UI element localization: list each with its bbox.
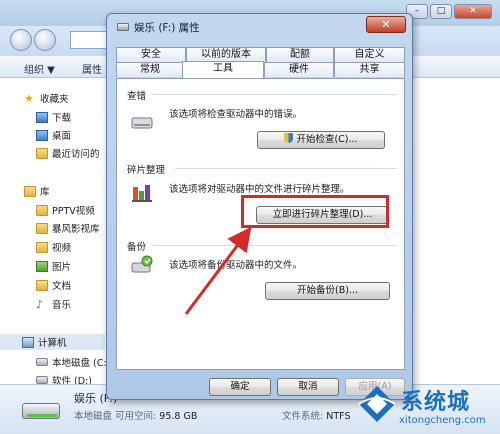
nav-item-label: 桌面 (52, 131, 72, 142)
downloads-folder-icon (36, 111, 48, 123)
nav-item-label: 视频 (52, 243, 72, 254)
dialog-title: 娱乐 (F:) 属性 (134, 22, 200, 34)
nav-item-label: 音乐 (52, 300, 72, 311)
forward-button[interactable] (34, 29, 56, 51)
dialog-close-button[interactable]: ✕ (366, 16, 406, 33)
nav-item-baofeng[interactable]: 暴风影视库 (36, 220, 100, 236)
red-arrow-annotation (184, 226, 252, 315)
error-check-title: 查错 (127, 91, 147, 102)
nav-item-label: 暴风影视库 (52, 224, 100, 235)
tab-tools[interactable]: 工具 (182, 61, 264, 78)
nav-item-documents[interactable]: 文档 (36, 277, 71, 293)
tab-security[interactable]: 安全 (116, 47, 186, 62)
nav-item-drive-c[interactable]: 本地磁盘 (C:) (36, 354, 110, 370)
computer-icon (22, 336, 34, 348)
drive-large-icon (22, 403, 60, 419)
start-check-label: 开始检查(C)... (296, 134, 358, 145)
documents-icon (36, 279, 48, 291)
tab-sharing[interactable]: 共享 (334, 62, 405, 77)
pictures-icon (36, 260, 48, 272)
nav-item-label: 最近访问的 (52, 149, 100, 160)
drive-icon (117, 23, 129, 31)
drive-icon (36, 358, 48, 366)
drive-icon (36, 376, 48, 384)
filesystem-label: 文件系统: (282, 411, 324, 422)
group-divider (153, 94, 397, 95)
backup-icon (131, 255, 153, 273)
group-divider (175, 168, 397, 169)
recent-places-icon (36, 147, 48, 159)
defrag-description: 该选项将对驱动器中的文件进行碎片整理。 (169, 184, 350, 195)
nav-item-label: PPTV视频 (52, 206, 95, 217)
tab-hardware[interactable]: 硬件 (264, 62, 334, 77)
tab-strip: 安全 以前的版本 配额 自定义 常规 工具 硬件 共享 (116, 47, 405, 79)
uac-shield-icon (284, 133, 294, 143)
defrag-icon (132, 185, 152, 202)
error-check-description: 该选项将检查驱动器中的错误。 (169, 109, 303, 120)
free-space-value: 95.8 GB (159, 411, 198, 422)
start-backup-button[interactable]: 开始备份(B)... (265, 282, 390, 300)
properties-button[interactable]: 属性 (82, 61, 102, 76)
cancel-button[interactable]: 取消 (277, 378, 339, 396)
nav-item-recent[interactable]: 最近访问的 (36, 145, 100, 161)
nav-item-videos[interactable]: 视频 (36, 239, 71, 255)
drive-type: 本地磁盘 (74, 411, 113, 422)
nav-item-music[interactable]: ♪ 音乐 (36, 296, 71, 312)
close-button[interactable]: ✕ (454, 4, 492, 19)
nav-favorites-label: 收藏夹 (40, 94, 69, 105)
nav-item-label: 本地磁盘 (C:) (52, 358, 111, 369)
tab-previous-versions[interactable]: 以前的版本 (186, 47, 266, 62)
star-icon: ★ (24, 91, 34, 105)
brand-name: 系统城 (401, 390, 471, 415)
nav-item-label: 文档 (52, 281, 72, 292)
start-check-button[interactable]: 开始检查(C)... (257, 131, 385, 149)
nav-favorites[interactable]: ★ 收藏夹 (24, 90, 69, 106)
nav-libraries[interactable]: 库 (24, 183, 50, 199)
details-drive-info: 本地磁盘 可用空间: 95.8 GB (74, 408, 197, 422)
tab-quota[interactable]: 配额 (266, 47, 334, 62)
defrag-title: 碎片整理 (127, 165, 166, 176)
explorer-window-controls: – □ ✕ (406, 4, 492, 19)
filesystem-value: NTFS (326, 411, 351, 422)
nav-item-label: 图片 (52, 262, 72, 273)
brand-logo-icon (358, 386, 396, 422)
nav-item-label: 下载 (52, 113, 72, 124)
library-icon (24, 185, 36, 197)
backup-title: 备份 (127, 242, 147, 253)
nav-item-downloads[interactable]: 下载 (36, 109, 71, 125)
ok-button[interactable]: 确定 (209, 378, 271, 396)
nav-item-pptv[interactable]: PPTV视频 (36, 202, 95, 218)
tab-general[interactable]: 常规 (116, 62, 184, 77)
disk-check-icon (131, 117, 153, 129)
nav-computer[interactable]: 计算机 (0, 334, 105, 350)
brand-url: xitongcheng.com (399, 415, 486, 426)
nav-libraries-label: 库 (40, 187, 50, 198)
back-button[interactable] (10, 29, 32, 51)
videos-icon (36, 241, 48, 253)
desktop-icon (36, 129, 48, 141)
highlight-box (241, 195, 389, 228)
folder-icon (36, 204, 48, 216)
music-icon: ♪ (36, 297, 44, 311)
nav-item-desktop[interactable]: 桌面 (36, 127, 71, 143)
tab-customize[interactable]: 自定义 (334, 47, 405, 62)
nav-computer-label: 计算机 (38, 338, 67, 349)
organize-button[interactable]: 组织 ▼ (24, 61, 55, 76)
watermark: 系统城 xitongcheng.com (355, 382, 500, 434)
free-space-label: 可用空间: (115, 411, 157, 422)
maximize-button[interactable]: □ (430, 4, 452, 19)
navigation-pane: ★ 收藏夹 下载 桌面 最近访问的 库 PPTV视频 暴风影视库 视频 图片 文… (0, 78, 110, 387)
folder-icon (36, 222, 48, 234)
nav-item-pictures[interactable]: 图片 (36, 258, 71, 274)
details-filesystem: 文件系统: NTFS (282, 408, 350, 422)
